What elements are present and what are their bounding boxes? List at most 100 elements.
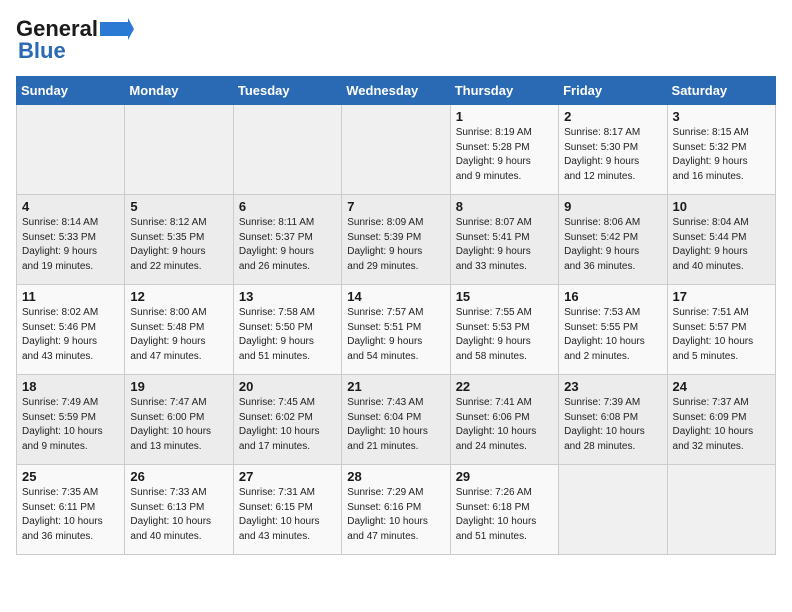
day-number: 27 xyxy=(239,469,336,484)
weekday-header-friday: Friday xyxy=(559,77,667,105)
calendar-cell: 16Sunrise: 7:53 AM Sunset: 5:55 PM Dayli… xyxy=(559,285,667,375)
calendar-cell: 14 Sunrise: 7:57 AM Sunset: 5:51 PM Dayli… xyxy=(342,285,450,375)
calendar-cell: 8 Sunrise: 8:07 AM Sunset: 5:41 PM Daylig… xyxy=(450,195,558,285)
day-info: Sunrise: 7:31 AM Sunset: 6:15 PM Dayligh… xyxy=(239,486,336,544)
logo: General Blue xyxy=(16,16,134,64)
day-number: 4 xyxy=(22,199,119,214)
calendar-cell xyxy=(342,105,450,195)
day-number: 22 xyxy=(456,379,553,394)
day-number: 3 xyxy=(673,109,770,124)
day-info: Sunrise: 8:15 AM Sunset: 5:32 PM Dayligh… xyxy=(673,126,770,184)
calendar-cell: 3 Sunrise: 8:15 AM Sunset: 5:32 PM Daylig… xyxy=(667,105,775,195)
day-info: Sunrise: 7:57 AM Sunset: 5:51 PM Dayligh… xyxy=(347,306,444,364)
day-number: 5 xyxy=(130,199,227,214)
day-info: Sunrise: 7:26 AM Sunset: 6:18 PM Dayligh… xyxy=(456,486,553,544)
calendar-cell: 27 Sunrise: 7:31 AM Sunset: 6:15 PM Dayli… xyxy=(233,465,341,555)
day-info: Sunrise: 7:53 AM Sunset: 5:55 PM Dayligh… xyxy=(564,306,661,364)
weekday-header-tuesday: Tuesday xyxy=(233,77,341,105)
calendar-cell xyxy=(233,105,341,195)
day-number: 23 xyxy=(564,379,661,394)
calendar-cell: 15 Sunrise: 7:55 AM Sunset: 5:53 PM Dayli… xyxy=(450,285,558,375)
day-number: 2 xyxy=(564,109,661,124)
day-info: Sunrise: 7:33 AM Sunset: 6:13 PM Dayligh… xyxy=(130,486,227,544)
day-info: Sunrise: 8:09 AM Sunset: 5:39 PM Dayligh… xyxy=(347,216,444,274)
calendar-cell xyxy=(17,105,125,195)
logo-blue: Blue xyxy=(16,38,66,64)
day-number: 6 xyxy=(239,199,336,214)
calendar-cell: 13 Sunrise: 7:58 AM Sunset: 5:50 PM Dayli… xyxy=(233,285,341,375)
day-number: 20 xyxy=(239,379,336,394)
calendar-row-0: 1Sunrise: 8:19 AM Sunset: 5:28 PM Daylig… xyxy=(17,105,776,195)
calendar-cell: 9Sunrise: 8:06 AM Sunset: 5:42 PM Daylig… xyxy=(559,195,667,285)
header: General Blue xyxy=(16,16,776,64)
day-info: Sunrise: 7:39 AM Sunset: 6:08 PM Dayligh… xyxy=(564,396,661,454)
weekday-header-monday: Monday xyxy=(125,77,233,105)
calendar-cell: 21 Sunrise: 7:43 AM Sunset: 6:04 PM Dayli… xyxy=(342,375,450,465)
calendar-cell: 17Sunrise: 7:51 AM Sunset: 5:57 PM Dayli… xyxy=(667,285,775,375)
day-info: Sunrise: 8:07 AM Sunset: 5:41 PM Dayligh… xyxy=(456,216,553,274)
calendar-cell: 29 Sunrise: 7:26 AM Sunset: 6:18 PM Dayli… xyxy=(450,465,558,555)
calendar-row-2: 11 Sunrise: 8:02 AM Sunset: 5:46 PM Dayli… xyxy=(17,285,776,375)
day-info: Sunrise: 8:12 AM Sunset: 5:35 PM Dayligh… xyxy=(130,216,227,274)
day-info: Sunrise: 7:55 AM Sunset: 5:53 PM Dayligh… xyxy=(456,306,553,364)
calendar-cell: 10 Sunrise: 8:04 AM Sunset: 5:44 PM Dayli… xyxy=(667,195,775,285)
day-number: 24 xyxy=(673,379,770,394)
weekday-header-thursday: Thursday xyxy=(450,77,558,105)
day-info: Sunrise: 7:37 AM Sunset: 6:09 PM Dayligh… xyxy=(673,396,770,454)
calendar-row-4: 25 Sunrise: 7:35 AM Sunset: 6:11 PM Dayli… xyxy=(17,465,776,555)
day-number: 18 xyxy=(22,379,119,394)
weekday-header-wednesday: Wednesday xyxy=(342,77,450,105)
day-number: 25 xyxy=(22,469,119,484)
calendar-cell xyxy=(559,465,667,555)
day-number: 13 xyxy=(239,289,336,304)
calendar-cell: 26Sunrise: 7:33 AM Sunset: 6:13 PM Dayli… xyxy=(125,465,233,555)
day-info: Sunrise: 8:04 AM Sunset: 5:44 PM Dayligh… xyxy=(673,216,770,274)
day-number: 14 xyxy=(347,289,444,304)
calendar-cell: 1Sunrise: 8:19 AM Sunset: 5:28 PM Daylig… xyxy=(450,105,558,195)
calendar-cell: 12 Sunrise: 8:00 AM Sunset: 5:48 PM Dayli… xyxy=(125,285,233,375)
calendar-cell: 7 Sunrise: 8:09 AM Sunset: 5:39 PM Daylig… xyxy=(342,195,450,285)
day-number: 29 xyxy=(456,469,553,484)
day-info: Sunrise: 8:00 AM Sunset: 5:48 PM Dayligh… xyxy=(130,306,227,364)
day-number: 11 xyxy=(22,289,119,304)
weekday-header-row: SundayMondayTuesdayWednesdayThursdayFrid… xyxy=(17,77,776,105)
calendar-cell: 28 Sunrise: 7:29 AM Sunset: 6:16 PM Dayli… xyxy=(342,465,450,555)
day-info: Sunrise: 8:14 AM Sunset: 5:33 PM Dayligh… xyxy=(22,216,119,274)
calendar-row-1: 4 Sunrise: 8:14 AM Sunset: 5:33 PM Daylig… xyxy=(17,195,776,285)
day-number: 17 xyxy=(673,289,770,304)
calendar-cell: 24 Sunrise: 7:37 AM Sunset: 6:09 PM Dayli… xyxy=(667,375,775,465)
day-number: 7 xyxy=(347,199,444,214)
day-number: 21 xyxy=(347,379,444,394)
day-number: 28 xyxy=(347,469,444,484)
day-info: Sunrise: 8:11 AM Sunset: 5:37 PM Dayligh… xyxy=(239,216,336,274)
calendar-cell: 6 Sunrise: 8:11 AM Sunset: 5:37 PM Daylig… xyxy=(233,195,341,285)
day-number: 19 xyxy=(130,379,227,394)
weekday-header-saturday: Saturday xyxy=(667,77,775,105)
day-info: Sunrise: 7:45 AM Sunset: 6:02 PM Dayligh… xyxy=(239,396,336,454)
calendar-cell: 5 Sunrise: 8:12 AM Sunset: 5:35 PM Daylig… xyxy=(125,195,233,285)
day-info: Sunrise: 7:43 AM Sunset: 6:04 PM Dayligh… xyxy=(347,396,444,454)
day-info: Sunrise: 8:06 AM Sunset: 5:42 PM Dayligh… xyxy=(564,216,661,274)
day-info: Sunrise: 8:02 AM Sunset: 5:46 PM Dayligh… xyxy=(22,306,119,364)
day-number: 1 xyxy=(456,109,553,124)
day-info: Sunrise: 7:47 AM Sunset: 6:00 PM Dayligh… xyxy=(130,396,227,454)
day-info: Sunrise: 7:35 AM Sunset: 6:11 PM Dayligh… xyxy=(22,486,119,544)
day-number: 15 xyxy=(456,289,553,304)
calendar-cell: 2Sunrise: 8:17 AM Sunset: 5:30 PM Daylig… xyxy=(559,105,667,195)
calendar-cell xyxy=(667,465,775,555)
calendar-cell: 23 Sunrise: 7:39 AM Sunset: 6:08 PM Dayli… xyxy=(559,375,667,465)
day-number: 10 xyxy=(673,199,770,214)
day-info: Sunrise: 7:29 AM Sunset: 6:16 PM Dayligh… xyxy=(347,486,444,544)
day-info: Sunrise: 7:49 AM Sunset: 5:59 PM Dayligh… xyxy=(22,396,119,454)
calendar-cell: 4 Sunrise: 8:14 AM Sunset: 5:33 PM Daylig… xyxy=(17,195,125,285)
calendar-row-3: 18 Sunrise: 7:49 AM Sunset: 5:59 PM Dayli… xyxy=(17,375,776,465)
day-info: Sunrise: 7:58 AM Sunset: 5:50 PM Dayligh… xyxy=(239,306,336,364)
calendar-cell xyxy=(125,105,233,195)
calendar-cell: 19 Sunrise: 7:47 AM Sunset: 6:00 PM Dayli… xyxy=(125,375,233,465)
weekday-header-sunday: Sunday xyxy=(17,77,125,105)
calendar-cell: 25 Sunrise: 7:35 AM Sunset: 6:11 PM Dayli… xyxy=(17,465,125,555)
day-number: 8 xyxy=(456,199,553,214)
day-number: 12 xyxy=(130,289,227,304)
calendar-cell: 20 Sunrise: 7:45 AM Sunset: 6:02 PM Dayli… xyxy=(233,375,341,465)
day-info: Sunrise: 7:41 AM Sunset: 6:06 PM Dayligh… xyxy=(456,396,553,454)
